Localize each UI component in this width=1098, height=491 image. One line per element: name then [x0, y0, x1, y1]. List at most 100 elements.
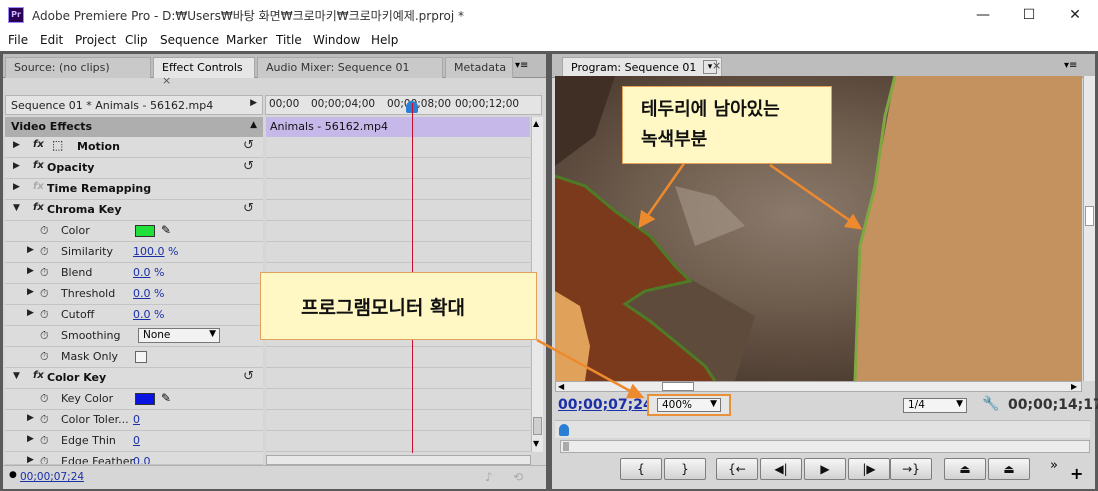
scroll-left-icon[interactable]: ◀	[558, 382, 564, 391]
expand-triangle-icon[interactable]: ▶	[13, 140, 20, 150]
zoom-level-select[interactable]: 400% ▼	[657, 398, 721, 412]
step-forward-button[interactable]: |▶	[848, 458, 890, 480]
mark-in-button[interactable]: {	[620, 458, 662, 480]
cutoff-value[interactable]: 0.0 %	[133, 308, 164, 321]
zoom-bar-handle[interactable]	[563, 442, 569, 451]
mark-out-button[interactable]: }	[664, 458, 706, 480]
close-icon[interactable]: ×	[712, 59, 721, 72]
effect-row-opacity[interactable]: ▶ fx Opacity ↺	[5, 158, 263, 179]
stopwatch-icon[interactable]: ⏱	[40, 413, 49, 427]
step-back-button[interactable]: ◀|	[760, 458, 802, 480]
expand-triangle-icon[interactable]: ▶	[13, 182, 20, 192]
stopwatch-icon[interactable]: ⏱	[40, 455, 49, 464]
effect-row-chroma-key[interactable]: ▼ fx Chroma Key ↺	[5, 200, 263, 221]
scroll-up-icon[interactable]: ▲	[533, 119, 539, 128]
smoothing-dropdown[interactable]: None ▼	[138, 328, 220, 343]
lift-button[interactable]: ⏏	[944, 458, 986, 480]
reset-icon[interactable]: ↺	[243, 369, 254, 384]
collapse-triangle-icon[interactable]: ▼	[13, 203, 20, 213]
collapse-arrow-icon[interactable]: ▲	[250, 120, 257, 130]
stopwatch-icon[interactable]: ⏱	[40, 308, 49, 322]
audio-icon[interactable]: ♪	[485, 470, 493, 484]
tab-audio-mixer[interactable]: Audio Mixer: Sequence 01	[257, 57, 443, 78]
scroll-right-icon[interactable]: ▶	[1071, 382, 1077, 391]
tab-program-monitor[interactable]: Program: Sequence 01 ▾	[562, 57, 722, 78]
effect-row-color-key[interactable]: ▼ fx Color Key ↺	[5, 368, 263, 389]
minimize-button[interactable]: —	[960, 0, 1006, 31]
expand-triangle-icon[interactable]: ▶	[27, 266, 34, 276]
effect-horizontal-scrollbar[interactable]	[266, 455, 531, 465]
add-button-icon[interactable]: +	[1070, 464, 1083, 483]
effect-row-time-remapping[interactable]: ▶ fx Time Remapping	[5, 179, 263, 200]
wrench-icon[interactable]: 🔧	[982, 396, 999, 412]
tab-metadata[interactable]: Metadata	[445, 57, 513, 78]
program-zoom-bar[interactable]	[560, 440, 1090, 453]
expand-triangle-icon[interactable]: ▶	[27, 455, 34, 464]
eyedropper-icon[interactable]: ✎	[161, 223, 171, 237]
loop-icon[interactable]: ⟲	[513, 470, 523, 484]
menu-marker[interactable]: Marker	[226, 33, 267, 47]
mask-only-checkbox[interactable]	[135, 351, 147, 363]
playback-resolution-select[interactable]: 1/4 ▼	[903, 398, 967, 413]
stopwatch-icon[interactable]: ⏱	[40, 245, 49, 259]
playhead-handle[interactable]	[559, 424, 569, 436]
fx-icon[interactable]: fx	[33, 370, 44, 381]
stopwatch-icon[interactable]: ⏱	[40, 287, 49, 301]
footer-timecode[interactable]: 00;00;07;24	[20, 471, 84, 483]
collapse-triangle-icon[interactable]: ▼	[13, 371, 20, 381]
color-swatch[interactable]	[135, 225, 155, 237]
go-to-out-button[interactable]: →}	[890, 458, 932, 480]
menu-project[interactable]: Project	[75, 33, 116, 47]
close-button[interactable]: ✕	[1052, 0, 1098, 31]
scroll-thumb[interactable]	[1085, 206, 1094, 226]
panel-menu-icon[interactable]: ▾≡	[1064, 60, 1077, 71]
effect-time-ruler[interactable]: 00;00 00;00;04;00 00;00;08;00 00;00;12;0…	[265, 95, 542, 115]
scroll-thumb[interactable]	[662, 382, 694, 391]
play-button[interactable]: ▶	[804, 458, 846, 480]
stopwatch-icon[interactable]: ⏱	[40, 329, 49, 343]
edge-thin-value[interactable]: 0	[133, 434, 140, 447]
expand-triangle-icon[interactable]: ▶	[27, 434, 34, 444]
extract-button[interactable]: ⏏	[988, 458, 1030, 480]
go-to-in-button[interactable]: {←	[716, 458, 758, 480]
color-tolerance-value[interactable]: 0	[133, 413, 140, 426]
more-controls-icon[interactable]: »	[1050, 458, 1058, 473]
expand-triangle-icon[interactable]: ▶	[27, 308, 34, 318]
scroll-down-icon[interactable]: ▼	[533, 439, 539, 448]
threshold-value[interactable]: 0.0 %	[133, 287, 164, 300]
expand-triangle-icon[interactable]: ▶	[27, 413, 34, 423]
menu-clip[interactable]: Clip	[125, 33, 148, 47]
monitor-vertical-scrollbar[interactable]	[1083, 76, 1095, 381]
maximize-button[interactable]: ☐	[1006, 0, 1052, 31]
expand-triangle-icon[interactable]: ▶	[13, 161, 20, 171]
close-icon[interactable]: ×	[162, 74, 171, 87]
transform-icon[interactable]: ⬚	[52, 138, 63, 152]
panel-menu-icon[interactable]: ▾≡	[515, 60, 528, 71]
tab-source[interactable]: Source: (no clips)	[5, 57, 151, 78]
menu-file[interactable]: File	[8, 33, 28, 47]
expand-triangle-icon[interactable]: ▶	[27, 287, 34, 297]
eyedropper-icon[interactable]: ✎	[161, 391, 171, 405]
monitor-horizontal-scrollbar[interactable]: ◀ ▶	[555, 381, 1082, 392]
current-timecode[interactable]: 00;00;07;24	[558, 397, 653, 413]
stopwatch-icon[interactable]: ⏱	[40, 392, 49, 406]
key-color-swatch[interactable]	[135, 393, 155, 405]
reset-icon[interactable]: ↺	[243, 138, 254, 153]
reset-icon[interactable]: ↺	[243, 201, 254, 216]
menu-title[interactable]: Title	[276, 33, 302, 47]
fx-icon[interactable]: fx	[33, 139, 44, 150]
menu-help[interactable]: Help	[371, 33, 398, 47]
menu-sequence[interactable]: Sequence	[160, 33, 219, 47]
similarity-value[interactable]: 100.0 %	[133, 245, 178, 258]
expand-timeline-icon[interactable]: ▶	[250, 98, 257, 108]
reset-icon[interactable]: ↺	[243, 159, 254, 174]
fx-icon[interactable]: fx	[33, 202, 44, 213]
fx-icon[interactable]: fx	[33, 160, 44, 171]
effect-row-motion[interactable]: ▶ fx ⬚ Motion ↺	[5, 137, 263, 158]
menu-window[interactable]: Window	[313, 33, 360, 47]
scroll-thumb[interactable]	[533, 417, 542, 435]
stopwatch-icon[interactable]: ⏱	[40, 224, 49, 238]
blend-value[interactable]: 0.0 %	[133, 266, 164, 279]
timeline-clip-bar[interactable]: Animals - 56162.mp4	[266, 117, 530, 137]
expand-triangle-icon[interactable]: ▶	[27, 245, 34, 255]
